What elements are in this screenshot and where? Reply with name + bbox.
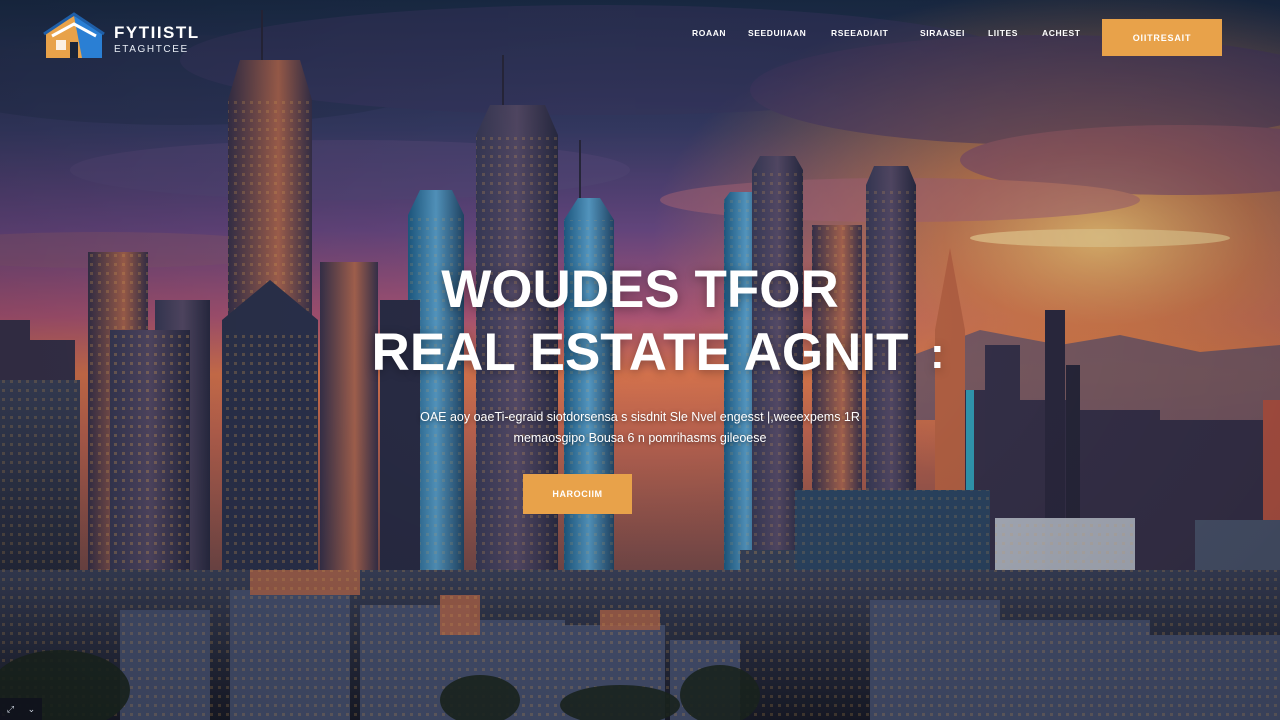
corner-widget[interactable]: ⤢ ⌄ [0, 698, 42, 720]
nav-item-5[interactable]: LIITES [988, 28, 1018, 38]
hero-title-line2: REAL ESTATE AGNIT [371, 323, 909, 382]
nav-item-3[interactable]: RSEEADIAIT [831, 28, 888, 38]
hero-title-mark: : [930, 329, 945, 378]
hero-subtitle: OAE aoy oaeTi-egraid siotdorsensa s sisd… [300, 407, 980, 449]
nav-item-1[interactable]: ROAAN [692, 28, 726, 38]
hero-title-line1: WOUDES TFOR [441, 260, 839, 319]
nav-item-2[interactable]: SEEDUIIAAN [748, 28, 806, 38]
hero-title: WOUDES TFOR REAL ESTATE AGNIT : [240, 258, 1040, 384]
hero-subtitle-line2: memaosgipo Bousa 6 n pomrihasms gileoese [513, 431, 767, 445]
hero-subtitle-line1: OAE aoy oaeTi-egraid siotdorsensa s sisd… [420, 410, 860, 424]
brand-tagline: ETAGHTCEE [114, 44, 189, 55]
hero-cta-button[interactable]: HAROCIIM [523, 474, 632, 514]
nav-item-6[interactable]: ACHEST [1042, 28, 1081, 38]
nav-item-4[interactable]: SIRAASEI [920, 28, 965, 38]
house-logo-icon [43, 12, 105, 58]
header-cta-button[interactable]: OIITRESAIT [1102, 19, 1222, 56]
brand-name: FYTIISTL [114, 23, 200, 42]
brand-logo[interactable]: FYTIISTL ETAGHTCEE [42, 12, 222, 62]
chevron-down-icon[interactable]: ⌄ [28, 704, 36, 715]
expand-icon[interactable]: ⤢ [7, 704, 14, 715]
